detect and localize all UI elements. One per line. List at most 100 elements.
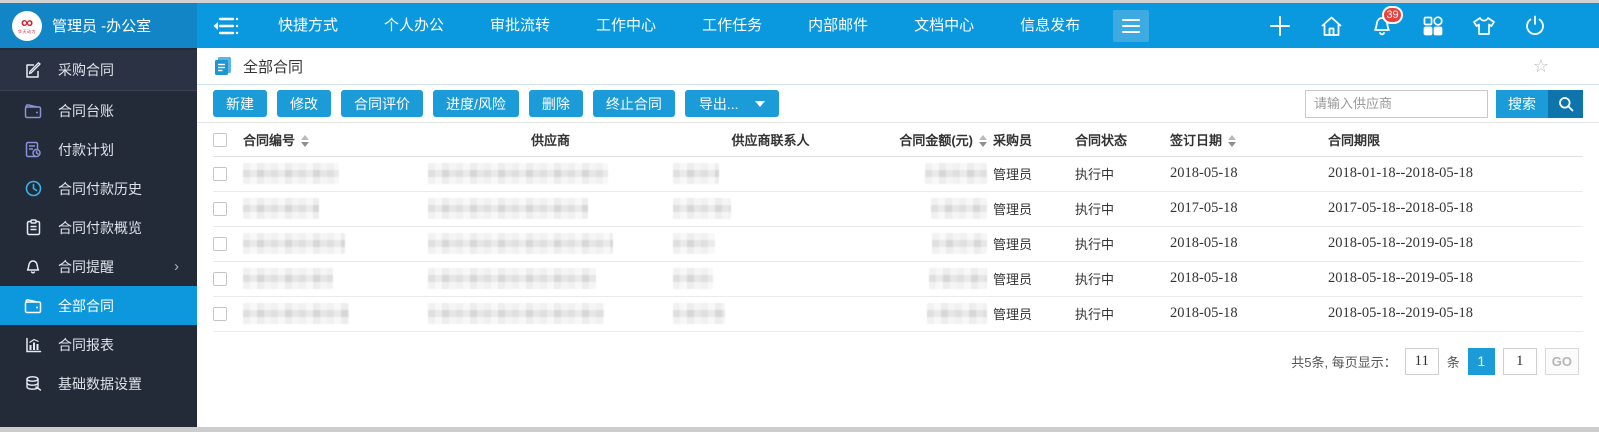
sidebar-item-base-data-settings[interactable]: 基础数据设置: [0, 364, 197, 403]
redacted-amount: [925, 163, 987, 184]
notifications-bell-icon[interactable]: 39: [1370, 5, 1403, 38]
home-icon[interactable]: [1319, 14, 1343, 38]
table-row[interactable]: 管理员 执行中 2018-05-18 2018-05-18--2019-05-1…: [213, 261, 1583, 297]
supplier-search-input[interactable]: [1305, 89, 1488, 118]
sidebar-item-contract-ledger[interactable]: 合同台账: [0, 91, 197, 130]
table-row[interactable]: 管理员 执行中 2017-05-18 2017-05-18--2018-05-1…: [213, 191, 1583, 227]
redacted-contact: [673, 303, 725, 324]
terminate-contract-button[interactable]: 终止合同: [592, 90, 675, 117]
cell-buyer: 管理员: [993, 261, 1075, 297]
top-menu: 快捷方式 个人办公 审批流转 工作中心 工作任务 内部邮件 文档中心 信息发布: [255, 3, 1103, 48]
col-supplier-contact: 供应商联系人: [673, 123, 868, 157]
notification-badge: 39: [1382, 5, 1403, 24]
sidebar-item-label: 合同付款历史: [58, 180, 142, 197]
shirt-icon[interactable]: [1472, 14, 1496, 38]
sort-icon[interactable]: [1228, 135, 1237, 148]
cell-sign-date: 2018-05-18: [1170, 156, 1328, 192]
collapse-sidebar-icon[interactable]: [197, 3, 255, 48]
wallet-icon: [24, 102, 42, 120]
table-row[interactable]: 管理员 执行中 2018-05-18 2018-05-18--2019-05-1…: [213, 296, 1583, 332]
sidebar-item-label: 基础数据设置: [58, 375, 142, 392]
more-menu-icon[interactable]: [1113, 10, 1150, 42]
menu-info-publish[interactable]: 信息发布: [997, 3, 1103, 48]
sidebar: 采购合同 合同台账 付款计划 合同付款历史 合同付款概览 合同提醒 › 全部合同…: [0, 48, 197, 427]
user-title: 管理员 -办公室: [52, 18, 152, 35]
row-checkbox[interactable]: [213, 307, 227, 322]
cell-status: 执行中: [1075, 156, 1170, 192]
progress-risk-button[interactable]: 进度/风险: [433, 90, 519, 117]
menu-internal-mail[interactable]: 内部邮件: [785, 3, 891, 48]
redacted-supplier: [428, 198, 588, 219]
redacted-supplier: [428, 163, 608, 184]
sidebar-item-label: 采购合同: [58, 62, 114, 78]
menu-shortcuts[interactable]: 快捷方式: [255, 3, 361, 48]
redacted-supplier: [428, 268, 596, 289]
document-icon: [215, 57, 231, 75]
sidebar-item-all-contracts[interactable]: 全部合同: [0, 286, 197, 325]
redacted-amount: [931, 198, 987, 219]
current-page-button[interactable]: 1: [1467, 347, 1495, 375]
edit-button[interactable]: 修改: [277, 90, 331, 117]
col-sign-date: 签订日期: [1170, 123, 1328, 157]
table-row[interactable]: 管理员 执行中 2018-05-18 2018-05-18--2019-05-1…: [213, 226, 1583, 262]
sidebar-item-label: 合同付款概览: [58, 219, 142, 236]
redacted-contract-no: [243, 163, 339, 184]
advanced-search-button[interactable]: [1548, 89, 1583, 118]
favorite-star-icon[interactable]: ☆: [1533, 56, 1549, 77]
row-checkbox[interactable]: [213, 202, 227, 217]
row-checkbox[interactable]: [213, 167, 227, 182]
sidebar-item-payment-history[interactable]: 合同付款历史: [0, 169, 197, 208]
sort-icon[interactable]: [979, 135, 987, 148]
sidebar-item-purchase-contract[interactable]: 采购合同: [0, 50, 197, 91]
select-all-checkbox[interactable]: [213, 133, 227, 148]
sidebar-item-payment-overview[interactable]: 合同付款概览: [0, 208, 197, 247]
delete-button[interactable]: 删除: [528, 90, 583, 117]
database-icon: [24, 375, 42, 393]
redacted-contact: [673, 233, 715, 254]
search-zone: 搜索: [1305, 89, 1583, 118]
col-supplier: 供应商: [428, 123, 673, 157]
menu-document-center[interactable]: 文档中心: [891, 3, 997, 48]
col-buyer: 采购员: [993, 123, 1075, 157]
sidebar-item-contract-reports[interactable]: 合同报表: [0, 325, 197, 364]
topbar-brand: ∞ 华天动力 管理员 -办公室: [0, 3, 197, 48]
page-number-input[interactable]: [1502, 347, 1537, 375]
menu-work-center[interactable]: 工作中心: [573, 3, 679, 48]
menu-work-tasks[interactable]: 工作任务: [679, 3, 785, 48]
sidebar-item-payment-plan[interactable]: 付款计划: [0, 130, 197, 169]
plus-icon[interactable]: [1268, 14, 1292, 38]
wallet-icon: [24, 297, 42, 315]
row-checkbox[interactable]: [213, 237, 227, 252]
pagination: 共5条, 每页显示： 条 1 GO: [197, 332, 1599, 375]
menu-approval-flow[interactable]: 审批流转: [467, 3, 573, 48]
contracts-table: 合同编号 供应商 供应商联系人 合同金额(元) 采购员 合同状态 签订日期 合同…: [213, 123, 1583, 332]
redacted-supplier: [428, 233, 613, 254]
sidebar-item-contract-reminder[interactable]: 合同提醒 ›: [0, 247, 197, 286]
cell-status: 执行中: [1075, 226, 1170, 262]
redacted-contract-no: [243, 303, 349, 324]
redacted-contract-no: [243, 268, 333, 289]
go-button[interactable]: GO: [1544, 347, 1579, 375]
sort-icon[interactable]: [301, 135, 310, 148]
pagination-unit: 条: [1446, 354, 1460, 370]
window-bottom-border: [0, 427, 1599, 432]
topbar-icon-group: 39: [1268, 3, 1599, 48]
row-checkbox[interactable]: [213, 272, 227, 287]
menu-personal-office[interactable]: 个人办公: [361, 3, 467, 48]
redacted-supplier: [428, 303, 604, 324]
cell-buyer: 管理员: [993, 226, 1075, 262]
main-content: 全部合同 ☆ 新建 修改 合同评价 进度/风险 删除 终止合同 导出... 搜索: [197, 48, 1599, 427]
export-dropdown-button[interactable]: 导出...: [684, 90, 779, 117]
search-button[interactable]: 搜索: [1496, 89, 1548, 118]
power-icon[interactable]: [1523, 14, 1547, 38]
apps-grid-icon[interactable]: [1421, 14, 1445, 38]
cell-status: 执行中: [1075, 296, 1170, 332]
chart-icon: [24, 336, 42, 354]
contract-evaluate-button[interactable]: 合同评价: [341, 90, 423, 117]
new-button[interactable]: 新建: [213, 90, 267, 117]
table-row[interactable]: 管理员 执行中 2018-05-18 2018-01-18--2018-05-1…: [213, 156, 1583, 192]
page-size-input[interactable]: [1404, 347, 1439, 375]
redacted-contact: [673, 268, 713, 289]
cell-sign-date: 2017-05-18: [1170, 191, 1328, 227]
cell-period: 2018-05-18--2019-05-18: [1328, 296, 1583, 332]
